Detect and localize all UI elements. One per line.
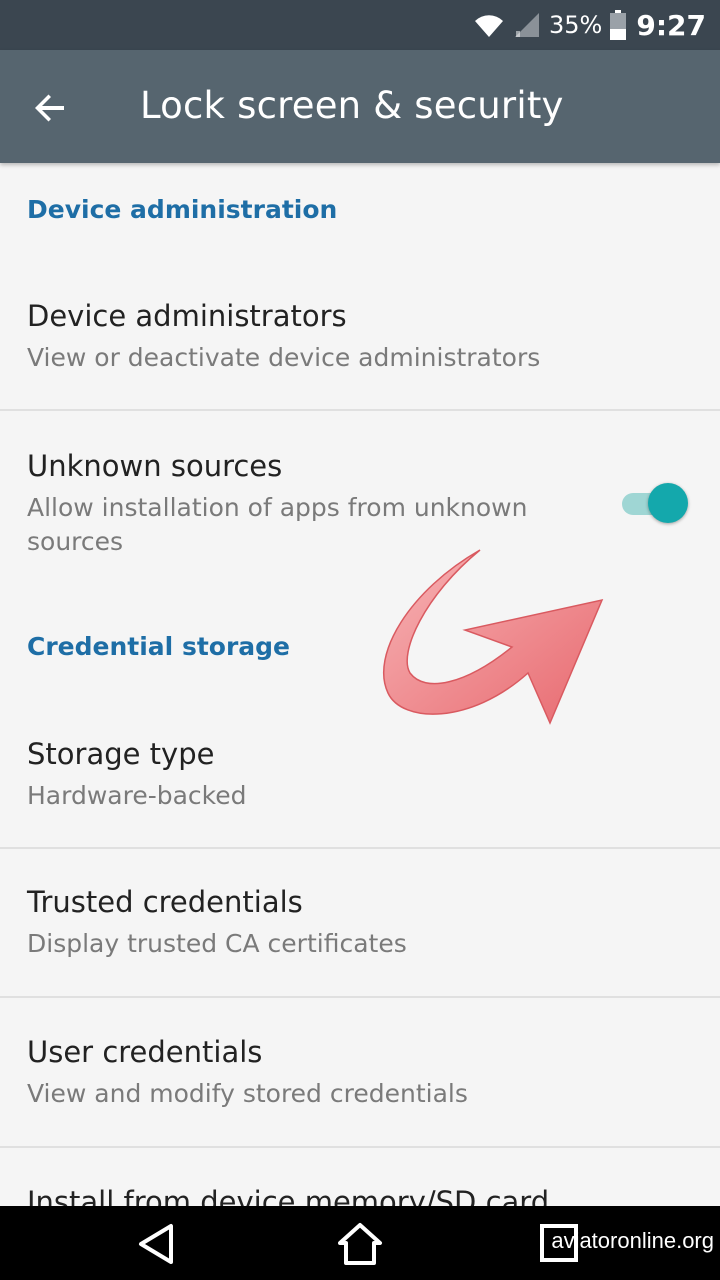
arrow-back-icon [35,94,64,122]
pref-summary: View or deactivate device administrators [27,343,541,372]
pref-title: Storage type [27,737,215,771]
pref-summary: Hardware-backed [27,781,247,810]
unknown-sources-toggle[interactable] [620,483,688,523]
watermark: aviatoronline.org [551,1228,714,1253]
pref-user-credentials[interactable]: User credentials View and modify stored … [0,1019,720,1147]
pref-summary: View and modify stored credentials [27,1079,468,1108]
divider [0,996,720,998]
battery-percent: 35% [549,11,603,39]
back-button[interactable] [22,80,78,136]
pref-unknown-sources[interactable]: Unknown sources Allow installation of ap… [0,433,720,573]
section-header-credential-storage: Credential storage [27,632,291,661]
curved-arrow-icon [383,549,604,725]
section-header-device-administration: Device administration [27,195,338,224]
pref-storage-type[interactable]: Storage type Hardware-backed [0,719,720,847]
wifi-icon [475,15,503,37]
pref-title: User credentials [27,1035,263,1069]
pref-summary: Display trusted CA certificates [27,929,407,958]
battery-icon [610,10,627,40]
divider [0,1146,720,1148]
pref-trusted-credentials[interactable]: Trusted credentials Display trusted CA c… [0,869,720,997]
page-title: Lock screen & security [140,84,564,127]
pref-title: Install from device memory/SD card [27,1185,550,1206]
pref-title: Device administrators [27,299,347,333]
home-icon[interactable] [336,1220,384,1268]
clock: 9:27 [636,8,706,42]
navigation-bar: aviatoronline.org [0,1206,720,1280]
pref-title: Trusted credentials [27,885,303,919]
settings-list[interactable]: Device administration Device administrat… [0,163,720,1206]
pref-install-from-storage[interactable]: Install from device memory/SD card [0,1169,720,1206]
toggle-thumb [648,483,688,523]
signal-icon [515,13,539,37]
divider [0,847,720,849]
pref-title: Unknown sources [27,449,283,483]
pref-device-administrators[interactable]: Device administrators View or deactivate… [0,281,720,409]
divider [0,409,720,411]
status-icons: 35% 9:27 [473,0,706,50]
status-bar: 35% 9:27 [0,0,720,50]
back-triangle-icon[interactable] [133,1220,181,1268]
app-bar: Lock screen & security [0,50,720,163]
